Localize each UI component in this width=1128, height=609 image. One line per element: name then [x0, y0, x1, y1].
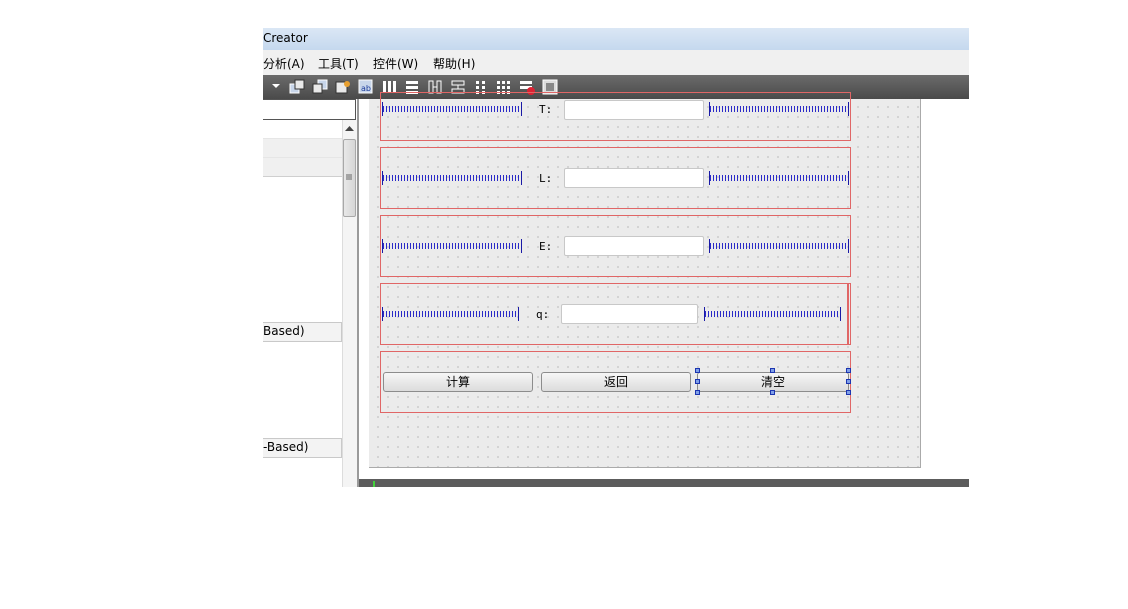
edit-buddies-icon[interactable]: [335, 79, 351, 95]
horizontal-spacer[interactable]: [709, 102, 849, 116]
horizontal-spacer[interactable]: [382, 102, 522, 116]
title-bar: Creator: [263, 28, 969, 50]
label-l: L:: [539, 172, 553, 185]
label-e: E:: [539, 240, 553, 253]
send-to-back-icon[interactable]: [289, 79, 305, 95]
selection-handle[interactable]: [770, 368, 775, 373]
horizontal-spacer[interactable]: [709, 171, 849, 185]
dropdown-arrow-icon[interactable]: [271, 81, 281, 91]
selection-handle[interactable]: [846, 379, 851, 384]
status-bar: [359, 479, 969, 487]
menu-widgets[interactable]: 控件(W): [373, 55, 418, 72]
horizontal-spacer[interactable]: [704, 307, 841, 321]
calculate-button[interactable]: 计算: [383, 372, 533, 392]
input-t[interactable]: [564, 100, 704, 120]
horizontal-spacer[interactable]: [382, 307, 519, 321]
menu-bar: 分析(A) 工具(T) 控件(W) 帮助(H): [263, 50, 969, 76]
horizontal-spacer[interactable]: [382, 171, 522, 185]
widget-category-item-based[interactable]: Based): [263, 322, 342, 342]
horizontal-spacer[interactable]: [382, 239, 522, 253]
window-title: Creator: [263, 31, 308, 45]
input-e[interactable]: [564, 236, 704, 256]
selection-handle[interactable]: [846, 390, 851, 395]
clear-button[interactable]: 清空: [697, 372, 849, 392]
svg-text:ab: ab: [361, 84, 371, 93]
selection-handle[interactable]: [695, 379, 700, 384]
scroll-up-arrow-icon[interactable]: [344, 124, 355, 132]
status-indicator: [373, 481, 375, 487]
selection-handle[interactable]: [770, 390, 775, 395]
bring-to-front-icon[interactable]: [312, 79, 328, 95]
selection-handle[interactable]: [695, 368, 700, 373]
label-q: q:: [536, 308, 550, 321]
back-button[interactable]: 返回: [541, 372, 691, 392]
widget-category-model-based[interactable]: -Based): [263, 438, 342, 458]
selection-handle[interactable]: [846, 368, 851, 373]
widget-filter-input[interactable]: [263, 99, 356, 120]
widget-box-row[interactable]: [263, 138, 343, 158]
scroll-grip-icon: [346, 174, 352, 180]
menu-analyze[interactable]: 分析(A): [263, 55, 305, 72]
widget-box-row[interactable]: [263, 157, 343, 177]
menu-help[interactable]: 帮助(H): [433, 55, 475, 72]
selection-handle[interactable]: [695, 390, 700, 395]
edit-tab-order-icon[interactable]: ab: [358, 79, 374, 95]
menu-tools[interactable]: 工具(T): [318, 55, 359, 72]
layout-row-q-edge: [847, 284, 849, 344]
input-q[interactable]: [561, 304, 698, 324]
input-l[interactable]: [564, 168, 704, 188]
horizontal-spacer[interactable]: [709, 239, 849, 253]
label-t: T:: [539, 103, 553, 116]
